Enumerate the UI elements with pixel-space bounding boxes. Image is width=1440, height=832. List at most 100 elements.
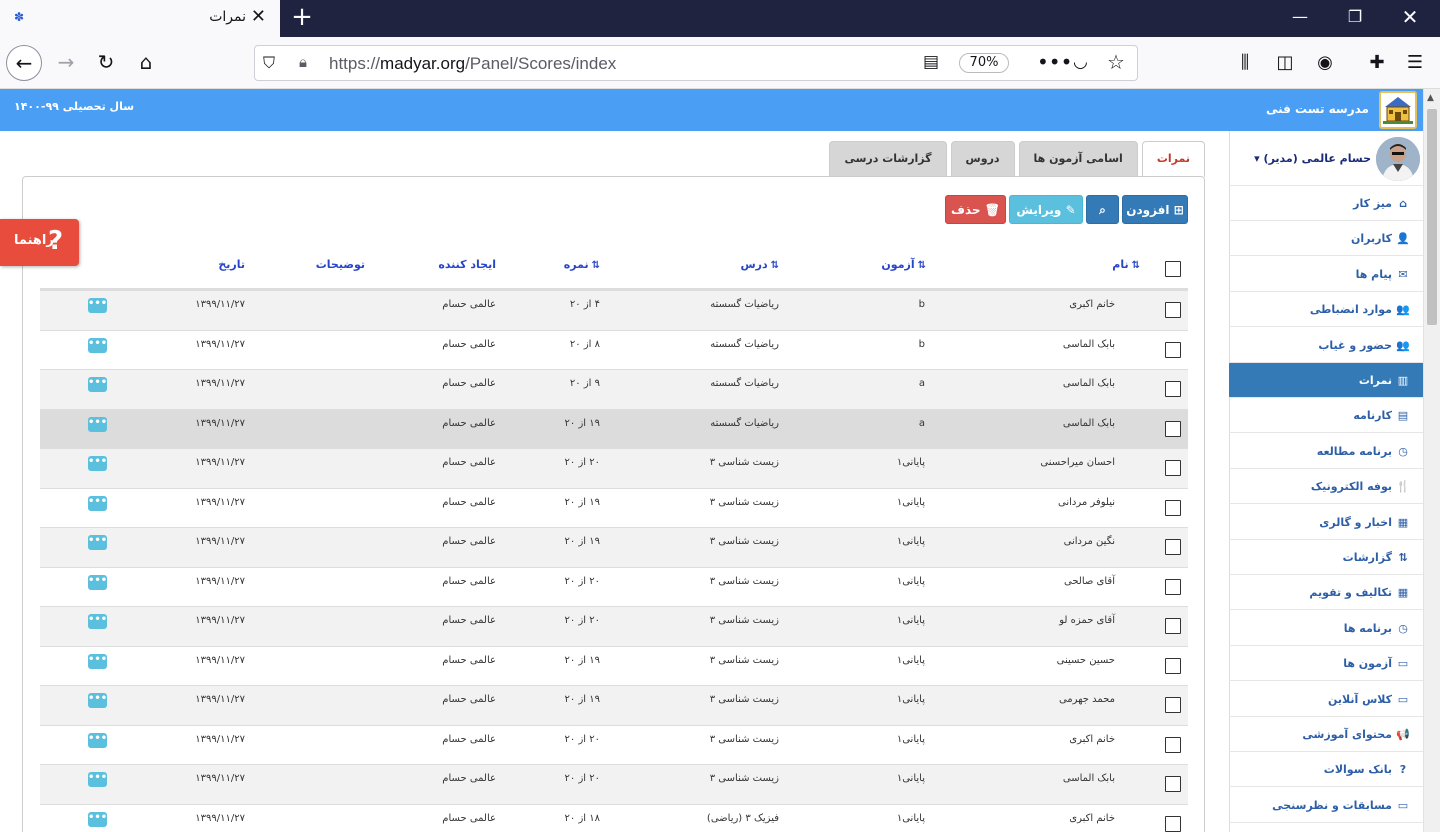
- sidebar-item[interactable]: ▭ مسابقات و نظرسنجی: [1229, 788, 1423, 823]
- user-name[interactable]: حسام عالمی (مدیر) ▾: [1254, 152, 1371, 165]
- school-logo[interactable]: [1379, 91, 1417, 129]
- header-name[interactable]: ⇅نام: [1112, 258, 1140, 271]
- row-actions-button[interactable]: •••: [88, 653, 107, 669]
- row-actions-button[interactable]: •••: [88, 772, 107, 787]
- extensions-icon[interactable]: ✚: [1364, 50, 1390, 76]
- new-tab-button[interactable]: +: [288, 4, 316, 32]
- row-checkbox[interactable]: [1165, 736, 1181, 753]
- header-exam[interactable]: ⇅آزمون: [881, 258, 926, 271]
- sidebar-item[interactable]: ? بانک سوالات: [1229, 752, 1423, 788]
- sidebar-item[interactable]: 🍴 بوفه الکترونیک: [1229, 469, 1423, 505]
- row-checkbox[interactable]: [1165, 499, 1181, 516]
- browser-tab[interactable]: ✽ نمرات ✕: [0, 0, 280, 37]
- sidebar-item[interactable]: 👥 حضور و غیاب: [1229, 328, 1423, 363]
- reader-view-icon[interactable]: ▤: [923, 52, 939, 72]
- sidebar-item[interactable]: ◷ برنامه ها: [1229, 611, 1423, 646]
- minimize-icon[interactable]: —: [1270, 0, 1330, 37]
- sidebar-item[interactable]: ▦ تکالیف و تقویم: [1229, 575, 1423, 611]
- sidebar-item[interactable]: ▭ آزمون ها: [1229, 646, 1423, 682]
- url-text[interactable]: https://madyar.org/Panel/Scores/index: [329, 54, 616, 74]
- row-checkbox[interactable]: [1165, 776, 1181, 792]
- row-checkbox[interactable]: [1165, 657, 1181, 674]
- row-checkbox[interactable]: [1165, 381, 1181, 397]
- row-actions-button[interactable]: •••: [88, 693, 107, 708]
- sidebar-toggle-icon[interactable]: ◫: [1272, 50, 1298, 76]
- sidebar-item[interactable]: ▤ کارنامه: [1229, 398, 1423, 434]
- home-icon[interactable]: ⌂: [128, 45, 164, 81]
- library-icon[interactable]: ⫼: [1232, 50, 1258, 76]
- table-row[interactable]: بابک الماسی a ریاضیات گسسته ۱۹ از ۲۰ عالمی ح…: [40, 408, 1188, 448]
- row-actions-button[interactable]: •••: [88, 614, 107, 629]
- sidebar-item[interactable]: ⌂ میز کار: [1229, 186, 1423, 221]
- table-row[interactable]: آقای حمزه لو پایانی۱ زیست شناسی ۳ ۲۰ از ۲۰ ع…: [40, 606, 1188, 646]
- shield-icon[interactable]: ⛉: [263, 53, 275, 73]
- address-bar[interactable]: ⛉ 🔒︎ https://madyar.org/Panel/Scores/ind…: [254, 45, 1138, 81]
- table-row[interactable]: نیلوفر مردانی پایانی۱ زیست شناسی ۳ ۱۹ از ۲۰…: [40, 487, 1188, 528]
- table-row[interactable]: بابک الماسی پایانی۱ زیست شناسی ۳ ۲۰ از ۲۰ عا…: [40, 764, 1188, 804]
- sidebar-item[interactable]: 📢 محتوای آموزشی: [1229, 717, 1423, 752]
- row-actions-button[interactable]: •••: [88, 337, 107, 353]
- sidebar-item[interactable]: 👥 موارد انضباطی: [1229, 292, 1423, 328]
- add-button[interactable]: ⊞ افزودن: [1122, 195, 1188, 224]
- section-tab[interactable]: دروس: [950, 141, 1015, 177]
- page-scrollbar[interactable]: ▲: [1423, 89, 1440, 832]
- bookmark-star-icon[interactable]: ☆: [1107, 50, 1125, 74]
- table-row[interactable]: حسین حسینی پایانی۱ زیست شناسی ۳ ۱۹ از ۲۰ عال…: [40, 645, 1188, 686]
- scroll-up-icon[interactable]: ▲: [1427, 93, 1434, 103]
- restore-icon[interactable]: ❐: [1325, 0, 1385, 37]
- row-actions-button[interactable]: •••: [88, 377, 107, 392]
- table-row[interactable]: بابک الماسی b ریاضیات گسسته ۸ از ۲۰ عالمی حس…: [40, 329, 1188, 370]
- back-arrow-icon[interactable]: ←: [6, 45, 42, 81]
- row-checkbox[interactable]: [1165, 578, 1181, 595]
- pocket-icon[interactable]: ◡: [1073, 52, 1088, 72]
- row-checkbox[interactable]: [1165, 341, 1181, 358]
- header-score[interactable]: ⇅نمره: [564, 258, 600, 271]
- app-menu-icon[interactable]: ☰: [1402, 50, 1428, 76]
- search-button[interactable]: ⌕: [1086, 195, 1119, 224]
- row-actions-button[interactable]: •••: [88, 732, 107, 748]
- sidebar-item[interactable]: ▥ نمرات: [1229, 363, 1423, 398]
- select-all-checkbox[interactable]: [1165, 261, 1181, 277]
- sidebar-item[interactable]: 👤 کاربران: [1229, 221, 1423, 257]
- row-checkbox[interactable]: [1165, 697, 1181, 713]
- header-description[interactable]: توضیحات: [316, 258, 365, 271]
- section-tab[interactable]: نمرات: [1141, 141, 1205, 177]
- row-checkbox[interactable]: [1165, 302, 1181, 318]
- row-checkbox[interactable]: [1165, 618, 1181, 634]
- row-actions-button[interactable]: •••: [88, 811, 107, 827]
- delete-button[interactable]: 🗑︎ حذف: [945, 195, 1006, 224]
- row-actions-button[interactable]: •••: [88, 298, 107, 313]
- table-row[interactable]: محمد جهرمی پایانی۱ زیست شناسی ۳ ۱۹ از ۲۰ عال…: [40, 685, 1188, 725]
- account-icon[interactable]: ◉: [1312, 50, 1338, 76]
- row-checkbox[interactable]: [1165, 460, 1181, 476]
- avatar[interactable]: [1376, 137, 1420, 181]
- row-actions-button[interactable]: •••: [88, 535, 107, 550]
- close-tab-icon[interactable]: ✕: [251, 7, 266, 27]
- sidebar-item[interactable]: ▭ کلاس آنلاین: [1229, 682, 1423, 717]
- row-actions-button[interactable]: •••: [88, 416, 107, 432]
- row-actions-button[interactable]: •••: [88, 456, 107, 471]
- user-profile[interactable]: حسام عالمی (مدیر) ▾: [1229, 131, 1423, 186]
- lock-icon[interactable]: 🔒︎: [299, 53, 307, 71]
- table-row[interactable]: آقای صالحی پایانی۱ زیست شناسی ۳ ۲۰ از ۲۰ عال…: [40, 566, 1188, 607]
- section-tab[interactable]: اسامی آزمون ها: [1018, 141, 1138, 177]
- header-date[interactable]: تاریخ: [218, 258, 245, 271]
- table-row[interactable]: بابک الماسی a ریاضیات گسسته ۹ از ۲۰ عالمی حس…: [40, 369, 1188, 409]
- edit-button[interactable]: ✎ ویرایش: [1009, 195, 1083, 224]
- row-actions-button[interactable]: •••: [88, 574, 107, 590]
- sidebar-item[interactable]: ✉ پیام ها: [1229, 257, 1423, 292]
- row-actions-button[interactable]: •••: [88, 495, 107, 511]
- row-checkbox[interactable]: [1165, 815, 1181, 832]
- forward-arrow-icon[interactable]: →: [48, 45, 84, 81]
- table-row[interactable]: احسان میراحسنی پایانی۱ زیست شناسی ۳ ۲۰ از ۲…: [40, 448, 1188, 488]
- header-creator[interactable]: ایجاد کننده: [438, 258, 496, 271]
- section-tab[interactable]: گزارشات درسی: [829, 141, 947, 177]
- table-row[interactable]: خانم اکبری پایانی۱ زیست شناسی ۳ ۲۰ از ۲۰ عال…: [40, 724, 1188, 765]
- sidebar-item[interactable]: ⇅ گزارشات: [1229, 540, 1423, 575]
- page-actions-icon[interactable]: •••: [1037, 50, 1072, 74]
- table-row[interactable]: خانم اکبری پایانی۱ فیزیک ۳ (ریاضی) ۱۸ از ۲۰…: [40, 803, 1188, 832]
- scroll-thumb[interactable]: [1427, 109, 1437, 325]
- reload-icon[interactable]: ↻: [88, 45, 124, 81]
- header-course[interactable]: ⇅درس: [740, 258, 779, 271]
- sidebar-item[interactable]: ▦ اخبار و گالری: [1229, 505, 1423, 540]
